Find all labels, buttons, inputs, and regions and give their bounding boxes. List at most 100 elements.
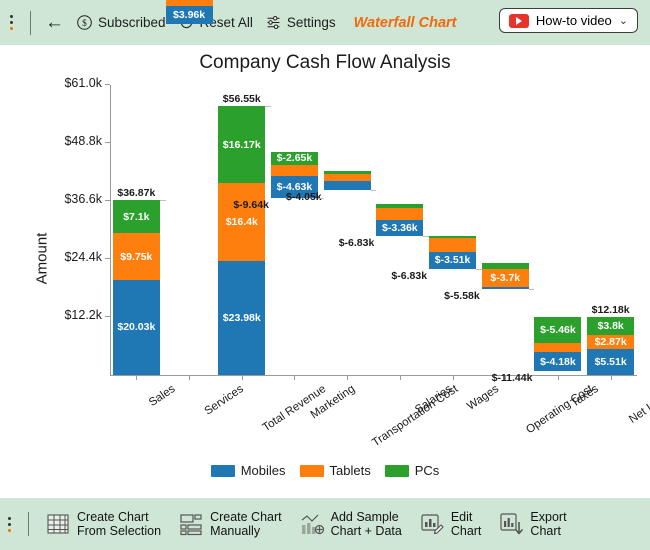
- label-line-1: Export: [530, 510, 567, 524]
- bottom-toolbar-button[interactable]: Create Chart From Selection: [37, 510, 170, 538]
- bar-segment[interactable]: [270, 164, 318, 176]
- bar-segment[interactable]: $-3.51k: [429, 251, 477, 269]
- x-axis-label: Net Income: [626, 383, 650, 426]
- bar-segment[interactable]: [376, 208, 424, 221]
- bottom-toolbar-button[interactable]: Export Chart: [490, 510, 575, 538]
- bottom-toolbar-drag-handle[interactable]: [8, 516, 16, 532]
- x-axis-tick: [136, 375, 138, 380]
- x-axis-tick: [241, 375, 243, 380]
- waterfall-bar[interactable]: $-3.51k: [429, 236, 477, 269]
- waterfall-bar[interactable]: $-3.7k: [481, 262, 529, 290]
- waterfall-bar[interactable]: $9.08k$6.65k$3.96k: [165, 0, 213, 200]
- toolbar-divider: [30, 10, 31, 35]
- label-line-1: Create Chart: [210, 510, 282, 524]
- waterfall-bar[interactable]: $16.17k $16.4k $23.98k: [218, 106, 266, 375]
- waterfall-connector: [476, 268, 482, 270]
- waterfall-bar[interactable]: [323, 171, 371, 191]
- bottom-toolbar-button-label: Add Sample Chart + Data: [331, 510, 402, 538]
- bar-segment[interactable]: $16.4k: [218, 183, 266, 261]
- waterfall-connector: [370, 190, 377, 192]
- x-axis-tick: [189, 375, 191, 380]
- chart-type-title: Waterfall Chart: [353, 14, 457, 31]
- legend-item[interactable]: Mobiles: [210, 463, 286, 478]
- legend-item[interactable]: Tablets: [299, 463, 371, 478]
- waterfall-bar[interactable]: $-3.36k: [376, 203, 424, 237]
- y-tick-mark: [105, 258, 110, 259]
- waterfall-connector: [159, 199, 166, 201]
- subscribed-label: Subscribed: [98, 15, 166, 30]
- bottom-toolbar-button[interactable]: Add Sample Chart + Data: [291, 510, 411, 538]
- bar-segment[interactable]: $3.96k: [165, 5, 213, 25]
- waterfall-connector: [317, 197, 324, 199]
- bar-segment[interactable]: $3.8k: [587, 317, 635, 336]
- y-tick-label: $36.6k: [64, 192, 102, 206]
- bar-segment[interactable]: $23.98k: [218, 260, 266, 375]
- x-axis-tick: [452, 375, 454, 380]
- bar-segment[interactable]: $9.75k: [112, 233, 160, 280]
- label-line-1: Create Chart: [77, 510, 149, 524]
- bar-total-label: $-11.44k: [491, 372, 533, 385]
- y-tick-mark: [105, 84, 110, 85]
- y-tick-label: $24.4k: [64, 250, 102, 264]
- bar-segment[interactable]: $20.03k: [112, 279, 160, 376]
- toolbar-drag-handle[interactable]: [10, 15, 18, 30]
- legend-swatch: [384, 464, 409, 477]
- x-axis-tick: [557, 375, 559, 380]
- chart-legend: Mobiles Tablets PCs: [0, 463, 650, 478]
- bar-segment[interactable]: $2.87k: [587, 335, 635, 349]
- bar-segment[interactable]: [481, 286, 529, 290]
- x-axis-label: Sales: [147, 383, 178, 410]
- label-line-2: Manually: [210, 524, 261, 538]
- y-tick-label: $61.0k: [64, 76, 102, 90]
- bottom-toolbar-divider: [28, 512, 29, 536]
- dollar-circle-icon: $: [77, 15, 92, 30]
- subscribed-button[interactable]: $ Subscribed: [70, 12, 172, 33]
- legend-label: Tablets: [329, 463, 371, 478]
- bottom-toolbar-button[interactable]: Create Chart Manually: [170, 510, 291, 538]
- waterfall-bar[interactable]: $-5.46k $-4.18k: [534, 317, 582, 372]
- bar-segment[interactable]: $-2.65k: [270, 151, 318, 165]
- label-line-2: Chart: [530, 524, 561, 538]
- bar-total-label: $-9.64k: [233, 198, 269, 211]
- bar-segment[interactable]: [534, 343, 582, 352]
- waterfall-bar[interactable]: $7.1k $9.75k $20.03k: [112, 199, 160, 376]
- y-tick-mark: [105, 200, 110, 201]
- chart-app-window: ← $ Subscribed Reset All Settings Waterf…: [0, 0, 650, 550]
- bottom-toolbar-button-label: Edit Chart: [451, 510, 482, 538]
- bar-total-label: $56.55k: [222, 93, 261, 106]
- y-tick-label: $48.8k: [64, 134, 102, 148]
- bottom-toolbar-button[interactable]: Edit Chart: [411, 510, 491, 538]
- legend-item[interactable]: PCs: [384, 463, 439, 478]
- waterfall-connector: [265, 106, 271, 108]
- bottom-toolbar-button-label: Create Chart Manually: [210, 510, 282, 538]
- bar-segment[interactable]: $7.1k: [112, 199, 160, 234]
- chart-title: Company Cash Flow Analysis: [199, 52, 451, 73]
- bar-segment[interactable]: $16.17k: [218, 106, 266, 183]
- chart-container: Company Cash Flow Analysis Amount $12.2k…: [0, 0, 650, 498]
- bar-segment[interactable]: $5.51k: [587, 348, 635, 375]
- bar-segment[interactable]: $-5.46k: [534, 317, 582, 344]
- y-tick-mark: [105, 316, 110, 317]
- bar-segment[interactable]: $-4.18k: [534, 351, 582, 372]
- how-to-video-button[interactable]: How-to video ⌄: [498, 8, 638, 33]
- settings-button[interactable]: Settings: [259, 12, 342, 33]
- bar-segment[interactable]: [323, 180, 371, 191]
- bar-segment[interactable]: $-3.7k: [481, 269, 529, 287]
- youtube-play-icon: [508, 13, 529, 28]
- edit-pencil-chart-icon: [420, 512, 444, 536]
- waterfall-connector: [528, 289, 535, 291]
- bar-segment[interactable]: $-3.36k: [376, 220, 424, 237]
- bar-segment[interactable]: [429, 237, 477, 252]
- x-axis-label: Wages: [464, 383, 501, 413]
- sample-chart-icon: [300, 512, 324, 536]
- x-axis-tick: [610, 375, 612, 380]
- y-tick-label: $12.2k: [64, 308, 102, 322]
- bar-total-label: $36.87k: [117, 186, 156, 199]
- waterfall-bar[interactable]: $3.8k $2.87k $5.51k: [587, 317, 635, 375]
- layout-blocks-icon: [179, 512, 203, 536]
- top-toolbar: ← $ Subscribed Reset All Settings Waterf…: [0, 0, 650, 45]
- bar-total-label: $-6.83k: [338, 237, 375, 250]
- settings-label: Settings: [286, 15, 336, 30]
- legend-swatch: [299, 464, 324, 477]
- back-arrow-icon[interactable]: ←: [39, 13, 70, 32]
